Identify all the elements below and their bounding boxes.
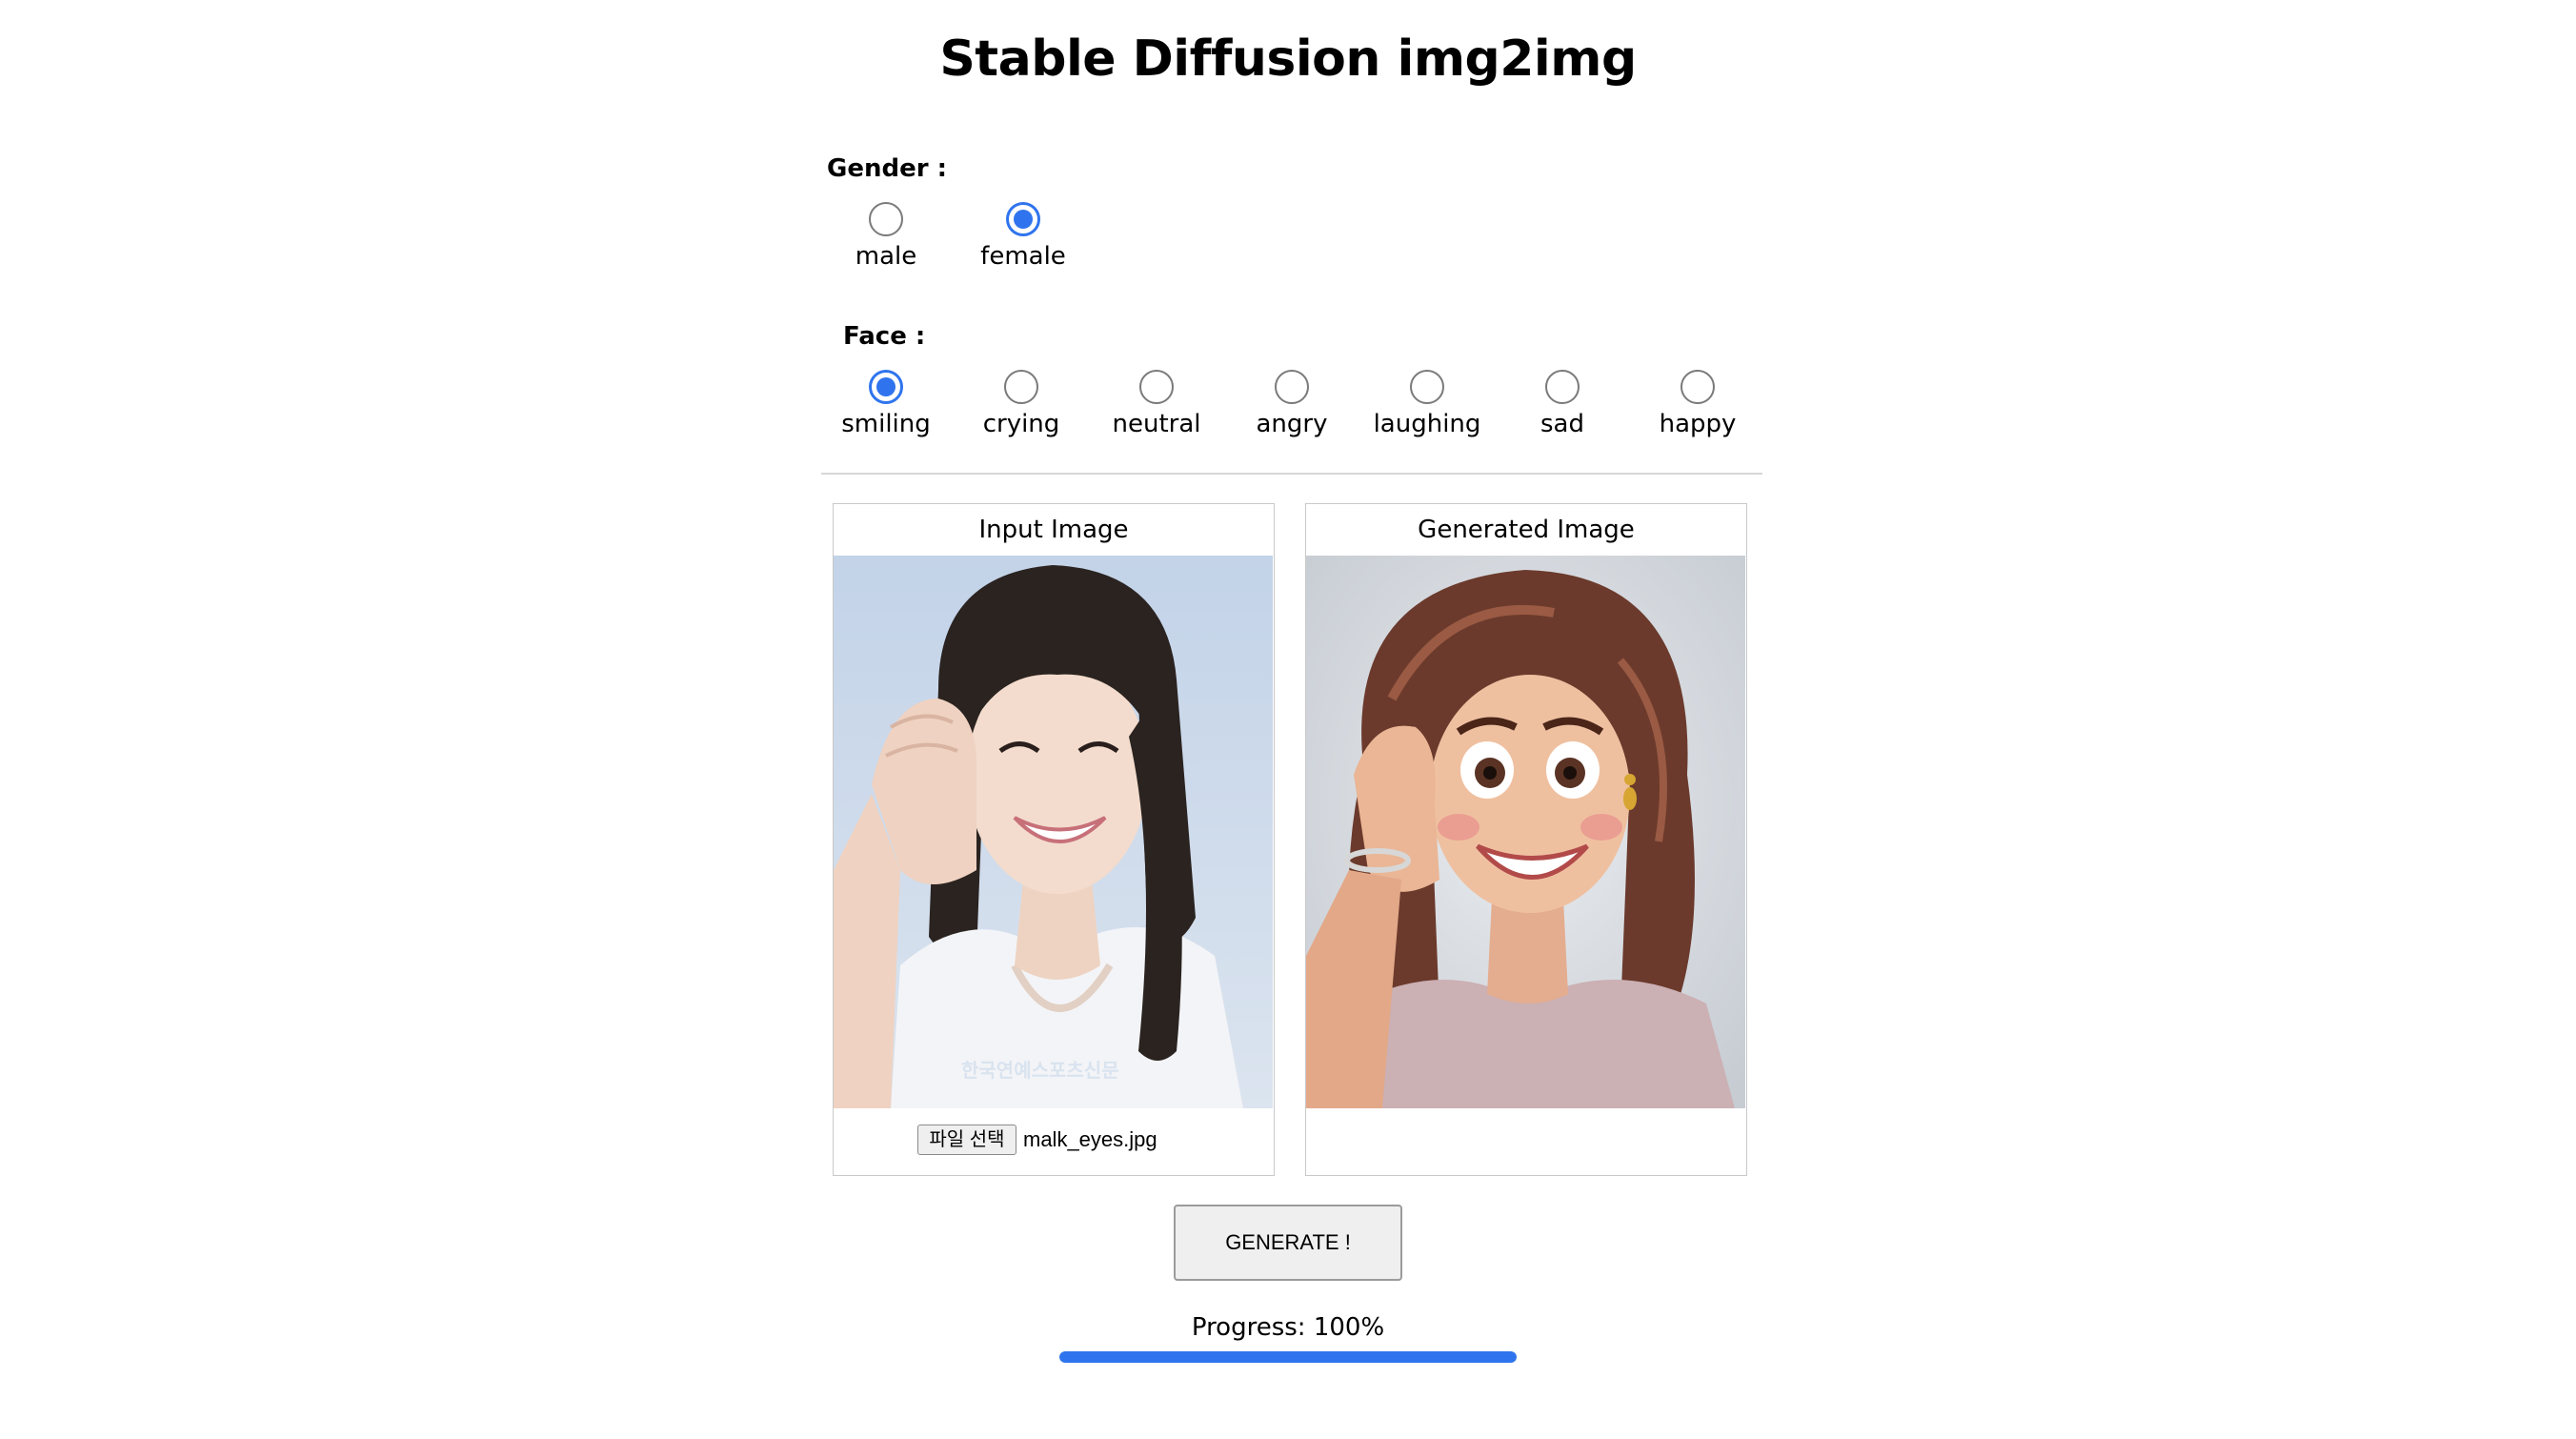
gender-option-male[interactable]: male xyxy=(810,202,962,271)
watermark-text: 한국연예스포츠신문 xyxy=(961,1061,1119,1082)
gender-radio-male[interactable] xyxy=(869,202,903,236)
generated-image-panel: Generated Image xyxy=(1305,503,1747,1176)
face-radio-crying[interactable] xyxy=(1004,370,1038,404)
progress-text: Progress: 100% xyxy=(1191,1313,1385,1342)
face-option-label: laughing xyxy=(1373,410,1481,438)
face-option-laughing[interactable]: laughing xyxy=(1351,370,1503,438)
face-label: Face : xyxy=(843,322,926,351)
gender-option-label: female xyxy=(980,242,1066,271)
progress-bar-fill xyxy=(1059,1351,1517,1363)
face-radio-laughing[interactable] xyxy=(1410,370,1444,404)
face-option-label: crying xyxy=(982,410,1060,438)
page-title: Stable Diffusion img2img xyxy=(939,30,1637,88)
face-option-sad[interactable]: sad xyxy=(1486,370,1639,438)
face-radio-sad[interactable] xyxy=(1545,370,1580,404)
gender-option-label: male xyxy=(855,242,917,271)
gender-option-female[interactable]: female xyxy=(947,202,1099,271)
input-image: 한국연예스포츠신문 xyxy=(834,556,1273,1108)
face-option-neutral[interactable]: neutral xyxy=(1080,370,1233,438)
face-option-label: angry xyxy=(1256,410,1328,438)
input-image-title: Input Image xyxy=(978,516,1129,544)
generated-image xyxy=(1306,556,1745,1108)
generate-button[interactable]: GENERATE ! xyxy=(1174,1205,1402,1281)
section-divider xyxy=(821,473,1762,475)
generated-image-title: Generated Image xyxy=(1418,516,1635,544)
choose-file-button[interactable]: 파일 선택 xyxy=(917,1125,1016,1155)
face-radio-neutral[interactable] xyxy=(1139,370,1174,404)
file-name: malk_eyes.jpg xyxy=(1023,1127,1157,1151)
face-option-label: neutral xyxy=(1112,410,1201,438)
face-option-label: happy xyxy=(1659,410,1737,438)
face-option-happy[interactable]: happy xyxy=(1621,370,1774,438)
face-option-label: sad xyxy=(1540,410,1584,438)
progress-bar xyxy=(1059,1351,1517,1363)
face-option-crying[interactable]: crying xyxy=(945,370,1097,438)
input-image-panel: Input Image 한국연예스포츠신문 파일 선택 malk_eyes.jp… xyxy=(833,503,1275,1176)
face-option-smiling[interactable]: smiling xyxy=(810,370,962,438)
face-option-label: smiling xyxy=(841,410,931,438)
face-radio-smiling[interactable] xyxy=(869,370,903,404)
face-radio-happy[interactable] xyxy=(1680,370,1715,404)
gender-label: Gender : xyxy=(827,154,948,183)
face-radio-angry[interactable] xyxy=(1275,370,1309,404)
gender-radio-female[interactable] xyxy=(1006,202,1040,236)
face-option-angry[interactable]: angry xyxy=(1216,370,1368,438)
